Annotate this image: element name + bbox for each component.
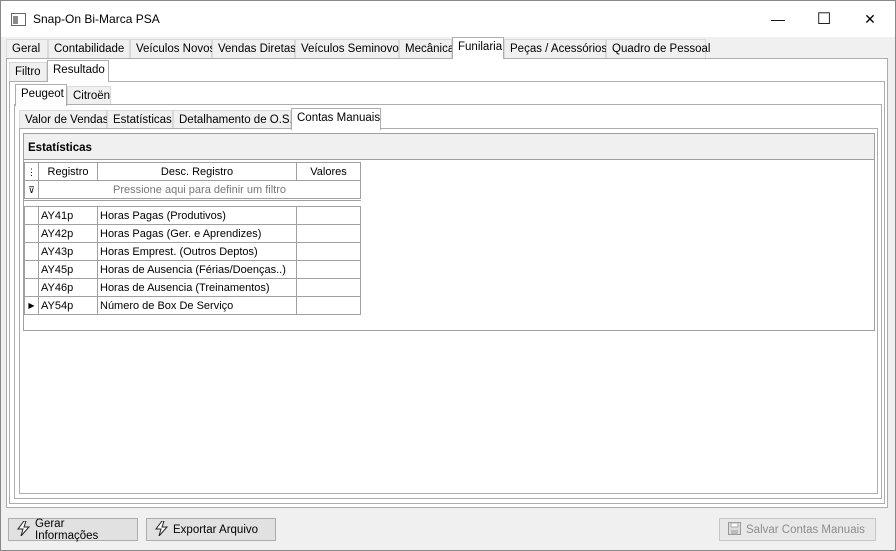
cell-registro[interactable]: AY41p [38,206,98,225]
row-indicator[interactable] [24,224,39,243]
reporttab-valor-de-vendas[interactable]: Valor de Vendas [19,110,109,130]
table-row[interactable]: AY45p Horas de Ausencia (Férias/Doenças..… [24,260,361,279]
cell-desc[interactable]: Horas de Ausencia (Férias/Doenças..) [97,260,297,279]
filter-row-indicator: ⊽ [24,180,39,201]
table-row[interactable]: AY43p Horas Emprest. (Outros Deptos) [24,242,361,261]
save-disk-icon [728,521,741,538]
tab-mecanica[interactable]: Mecânica [399,39,454,59]
cell-valor[interactable] [296,260,361,279]
cell-valor[interactable] [296,278,361,297]
brandtab-peugeot[interactable]: Peugeot [15,84,67,106]
tab-funilaria[interactable]: Funilaria [452,37,504,59]
col-header-valores[interactable]: Valores [296,162,361,181]
col-header-desc[interactable]: Desc. Registro [97,162,297,181]
stats-section: Estatísticas ⋮ Registro Desc. Registro V… [23,133,875,331]
minimize-button[interactable]: — [755,1,801,37]
cell-desc[interactable]: Horas de Ausencia (Treinamentos) [97,278,297,297]
cell-valor[interactable] [296,296,361,315]
salvar-contas-manuais-label: Salvar Contas Manuais [746,523,865,536]
grid-corner[interactable]: ⋮ [24,162,39,181]
maximize-button[interactable]: ☐ [801,1,847,37]
section-title: Estatísticas [24,134,874,160]
current-row-arrow-icon: ▶ [28,301,35,310]
row-indicator[interactable] [24,278,39,297]
lightning-icon [155,520,169,539]
tab-quadro-de-pessoal[interactable]: Quadro de Pessoal [606,39,710,59]
tab-contabilidade[interactable]: Contabilidade [48,39,130,59]
cell-valor[interactable] [296,206,361,225]
row-indicator[interactable] [24,242,39,261]
cell-registro[interactable]: AY46p [38,278,98,297]
exportar-arquivo-button[interactable]: Exportar Arquivo [146,518,276,541]
tab-pecas-acessorios[interactable]: Peças / Acessórios [504,39,607,59]
main-tab-strip: Geral Contabilidade Veículos Novos Vendas D… [6,37,886,59]
tab-vendas-diretas[interactable]: Vendas Diretas [212,39,296,59]
contas-grid[interactable]: ⋮ Registro Desc. Registro Valores ⊽ Pres… [24,162,361,315]
tab-veiculos-novos[interactable]: Veículos Novos [130,39,215,59]
row-indicator[interactable] [24,260,39,279]
gerar-informacoes-button[interactable]: Gerar Informações [8,517,138,542]
cell-registro[interactable]: AY43p [38,242,98,261]
exportar-arquivo-label: Exportar Arquivo [173,523,259,536]
subtab-resultado[interactable]: Resultado [47,60,109,82]
tab-veiculos-seminovos[interactable]: Veículos Seminovos [295,39,405,59]
table-row[interactable]: AY42p Horas Pagas (Ger. e Aprendizes) [24,224,361,243]
cell-valor[interactable] [296,224,361,243]
lightning-icon [17,520,31,539]
salvar-contas-manuais-button[interactable]: Salvar Contas Manuais [719,518,876,541]
col-header-registro[interactable]: Registro [38,162,98,181]
reporttab-contas-manuais[interactable]: Contas Manuais [291,108,381,130]
maximize-icon: ☐ [816,11,832,28]
report-tab-strip: Valor de Vendas Estatísticas Detalhamento … [19,108,419,130]
row-indicator[interactable] [24,206,39,225]
tab-geral[interactable]: Geral [6,39,48,59]
minimize-icon: — [771,11,785,27]
subtab-filtro[interactable]: Filtro [9,62,47,82]
column-chooser-icon: ⋮ [27,166,36,177]
cell-desc[interactable]: Horas Pagas (Ger. e Aprendizes) [97,224,297,243]
title-bar[interactable]: Snap-On Bi-Marca PSA — ☐ ✕ [1,1,895,37]
table-row[interactable]: AY41p Horas Pagas (Produtivos) [24,206,361,225]
reporttab-detalhamento-de-o-s[interactable]: Detalhamento de O.S. [173,110,293,130]
filter-icon: ⊽ [28,184,35,195]
cell-registro[interactable]: AY42p [38,224,98,243]
cell-registro[interactable]: AY54p [38,296,98,315]
cell-desc[interactable]: Horas Pagas (Produtivos) [97,206,297,225]
app-window: Snap-On Bi-Marca PSA — ☐ ✕ Geral Contabil… [0,0,896,551]
close-button[interactable]: ✕ [847,1,893,37]
table-row[interactable]: AY46p Horas de Ausencia (Treinamentos) [24,278,361,297]
reporttab-estatisticas[interactable]: Estatísticas [107,110,173,130]
cell-desc[interactable]: Horas Emprest. (Outros Deptos) [97,242,297,261]
table-row[interactable]: ▶ AY54p Número de Box De Serviço [24,296,361,315]
gerar-informacoes-label: Gerar Informações [35,517,99,542]
cell-desc[interactable]: Número de Box De Serviço [97,296,297,315]
cell-valor[interactable] [296,242,361,261]
cell-registro[interactable]: AY45p [38,260,98,279]
app-icon [11,13,26,26]
window-title: Snap-On Bi-Marca PSA [33,12,160,26]
row-indicator[interactable]: ▶ [24,296,39,315]
brand-tab-strip: Peugeot Citroën [15,84,215,106]
filter-row[interactable]: Pressione aqui para definir um filtro [38,180,361,201]
brandtab-citroen[interactable]: Citroën [67,86,111,106]
sub-tab-strip: Filtro Resultado [9,60,209,82]
close-icon: ✕ [864,10,876,27]
